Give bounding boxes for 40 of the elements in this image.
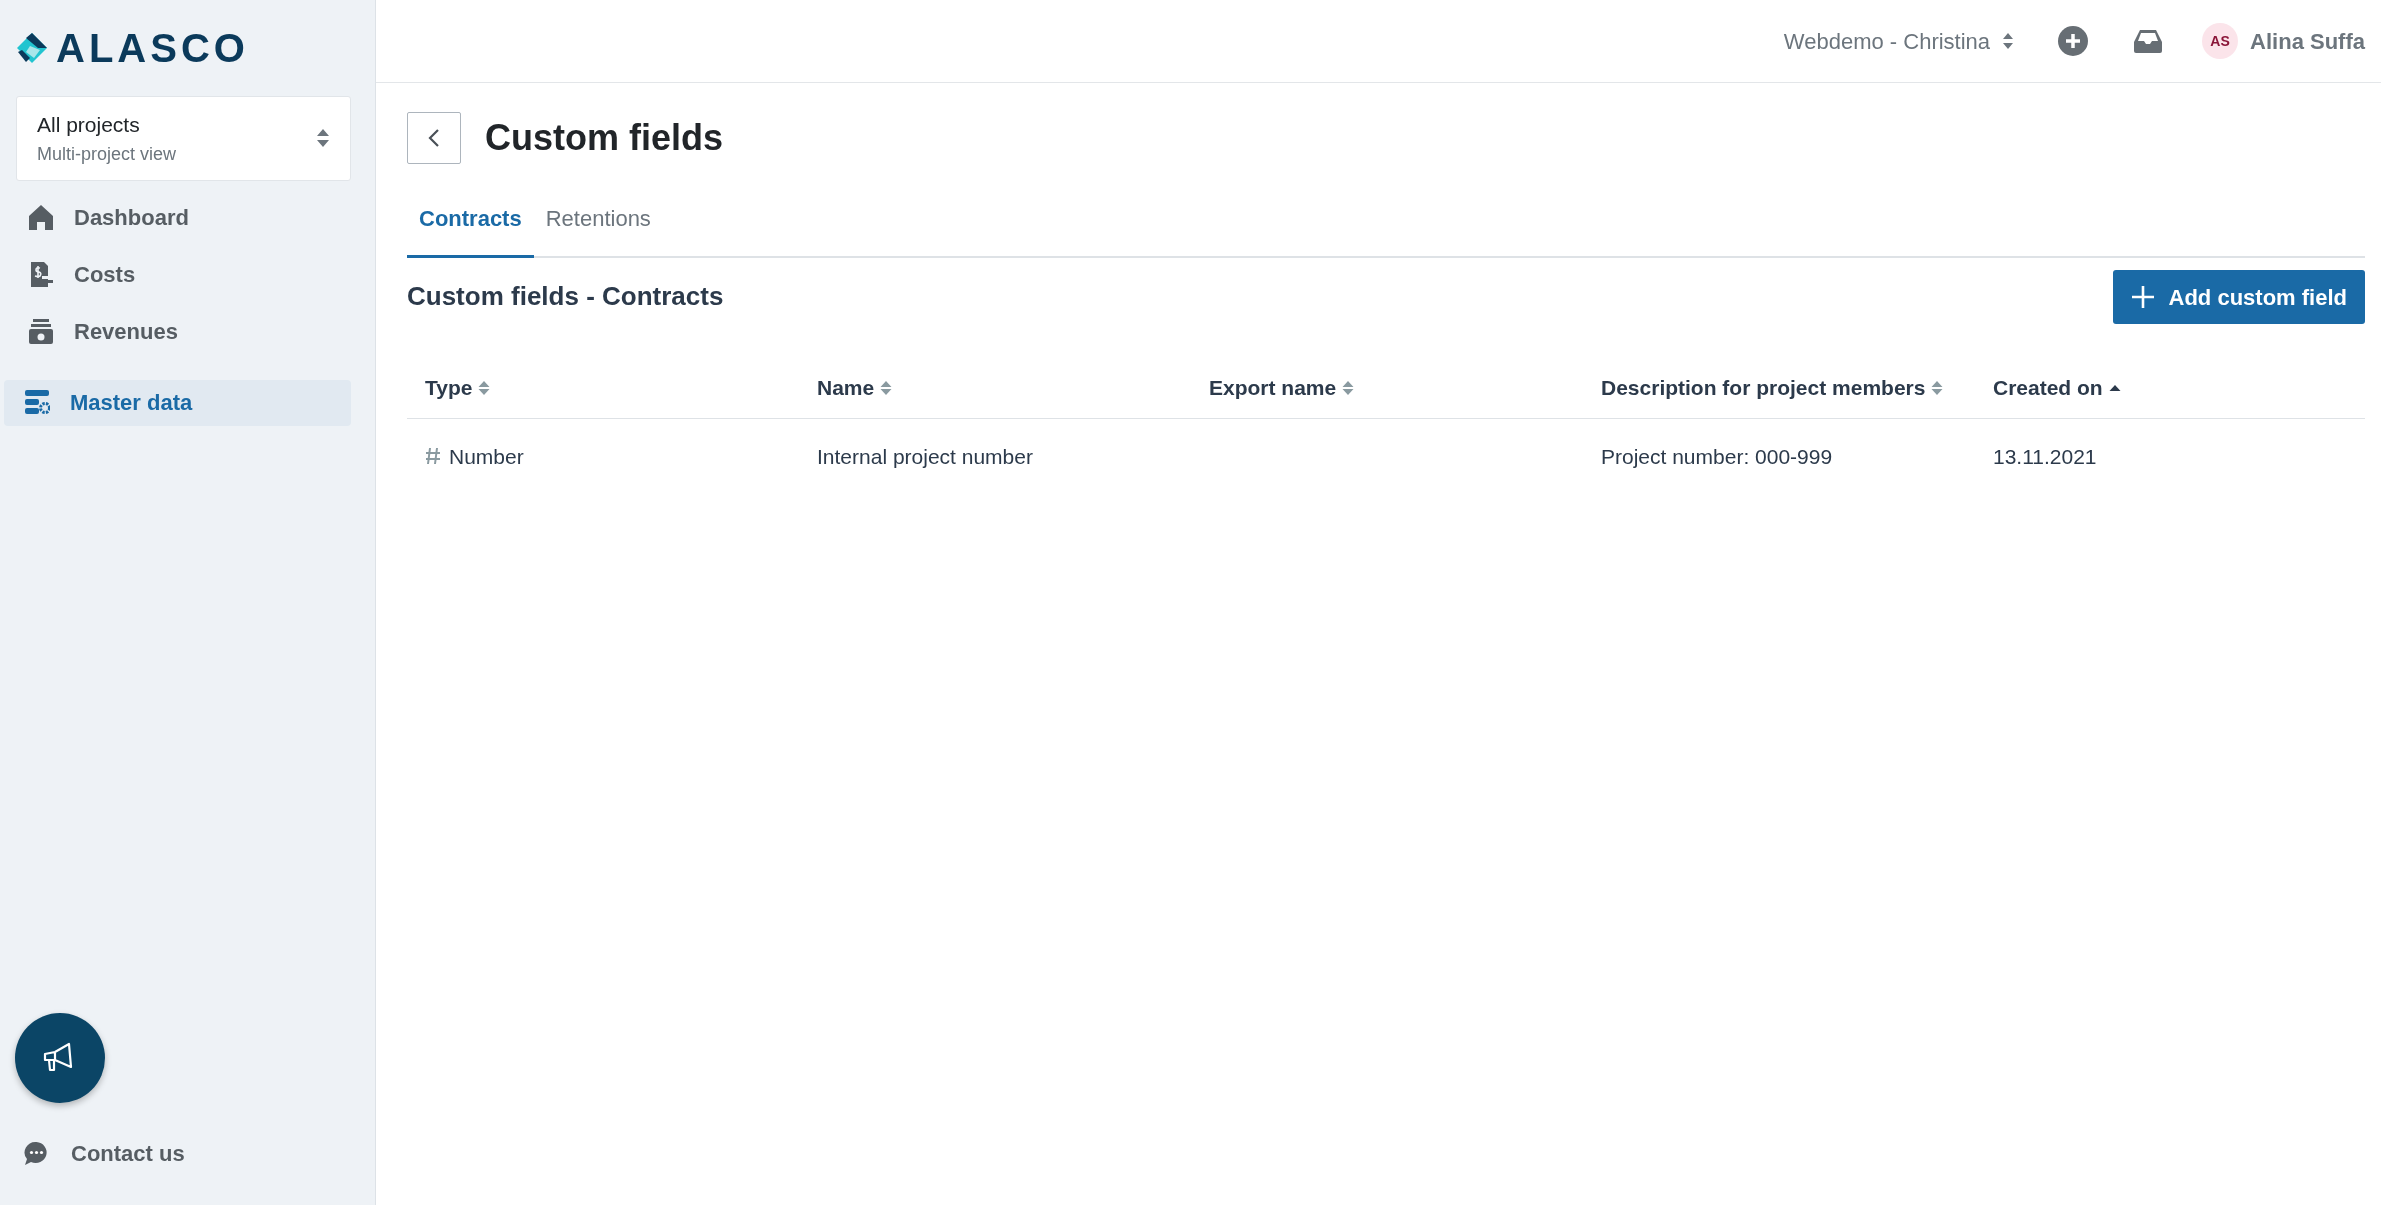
cash-register-icon bbox=[28, 317, 54, 345]
section-title: Custom fields - Contracts bbox=[407, 281, 724, 313]
tab[interactable]: Retentions bbox=[533, 188, 663, 258]
announcement-button[interactable] bbox=[15, 1013, 105, 1103]
user-avatar[interactable]: AS bbox=[2202, 23, 2239, 59]
logo-text: ALASCO bbox=[56, 28, 249, 68]
project-subtitle: Multi-project view bbox=[37, 142, 177, 166]
sort-caret-icon bbox=[2002, 32, 2015, 50]
column-header[interactable]: Export name bbox=[1191, 358, 1583, 419]
chevron-left-icon bbox=[428, 128, 440, 148]
chat-bubble-icon bbox=[24, 1140, 49, 1166]
add-circle-icon[interactable] bbox=[2058, 26, 2089, 56]
plus-icon bbox=[2130, 285, 2155, 309]
sort-caret-icon bbox=[316, 128, 330, 149]
project-name: All projects bbox=[37, 112, 141, 138]
project-selector[interactable]: All projects Multi-project view bbox=[16, 96, 351, 181]
user-name[interactable]: Alina Suffa bbox=[2250, 24, 2365, 58]
home-icon bbox=[28, 203, 54, 231]
inbox-icon[interactable] bbox=[2134, 29, 2163, 53]
sidebar-nav-item[interactable]: Master data bbox=[4, 379, 351, 426]
table-cell-text: Number bbox=[449, 443, 524, 470]
column-header[interactable]: Type bbox=[407, 358, 799, 419]
database-gear-icon bbox=[24, 389, 50, 416]
contact-link[interactable]: Contact us bbox=[0, 1123, 375, 1183]
page-title: Custom fields bbox=[485, 116, 724, 160]
receipt-dollar-icon bbox=[28, 260, 54, 288]
workspace-selector[interactable]: Webdemo - Christina bbox=[1783, 24, 2015, 58]
table-cell-text: 13.11.2021 bbox=[1992, 443, 2098, 470]
sidebar-nav-item[interactable]: Dashboard bbox=[4, 188, 351, 246]
add-custom-field-button[interactable]: Add custom field bbox=[2112, 270, 2365, 324]
sidebar-nav-item[interactable]: Costs bbox=[4, 245, 351, 303]
tab[interactable]: Contracts bbox=[407, 188, 534, 258]
table-cell-text: Project number: 000-999 bbox=[1600, 443, 1834, 470]
column-header[interactable]: Created on bbox=[1975, 358, 2365, 419]
sidebar-nav-item[interactable]: Revenues bbox=[4, 302, 351, 360]
hash-icon bbox=[425, 447, 441, 466]
table-cell-text: Internal project number bbox=[816, 443, 1034, 470]
column-header[interactable]: Name bbox=[799, 358, 1191, 419]
logo-icon bbox=[16, 32, 48, 64]
column-header[interactable]: Description for project members bbox=[1583, 358, 1975, 419]
